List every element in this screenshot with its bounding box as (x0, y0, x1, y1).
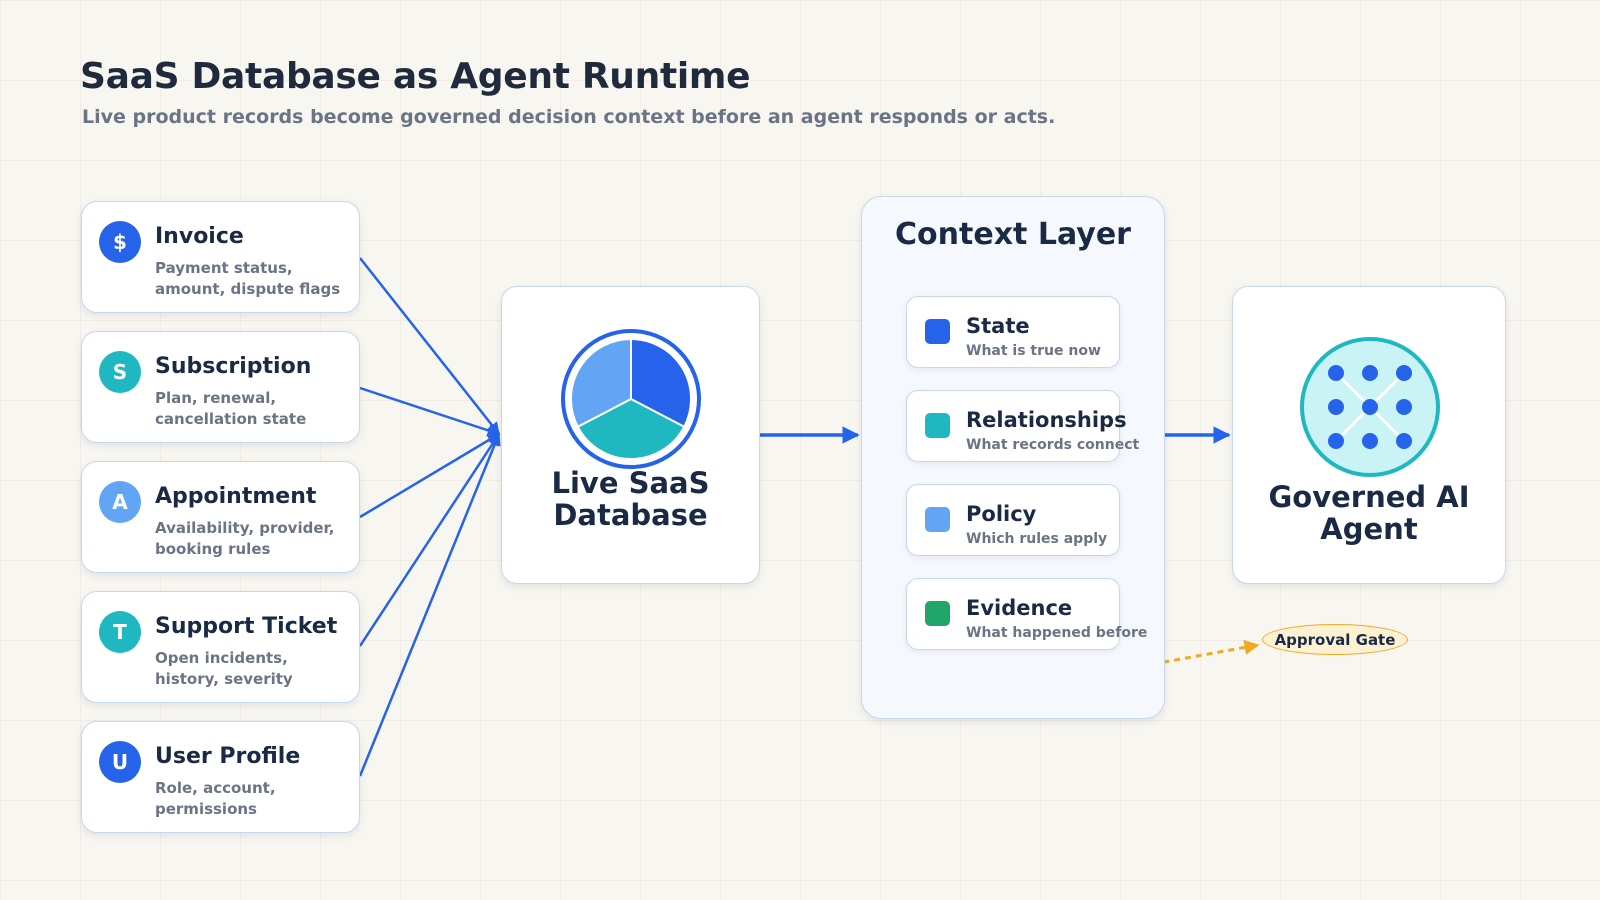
database-card: Live SaaS Database (501, 286, 760, 584)
source-title: Support Ticket (155, 614, 338, 639)
dollar-badge-icon: $ (99, 221, 141, 263)
database-title: Live SaaS Database (551, 466, 710, 532)
source-description: Role, account, permissions (155, 779, 276, 818)
source-title: Invoice (155, 224, 244, 249)
state-square-icon (925, 319, 950, 344)
source-card-user-profile: U User Profile Role, account, permission… (81, 721, 360, 833)
context-item-state: State What is true now (906, 296, 1120, 368)
connector-support-ticket-to-database (358, 432, 501, 647)
context-item-title: Relationships (966, 408, 1127, 432)
context-item-description: What records connect (966, 437, 1140, 453)
letter-s-badge-icon: S (99, 351, 141, 393)
context-item-title: State (966, 314, 1030, 338)
context-item-title: Evidence (966, 596, 1073, 620)
relationships-square-icon (925, 413, 950, 438)
source-card-invoice: $ Invoice Payment status, amount, disput… (81, 201, 360, 313)
source-title: User Profile (155, 744, 301, 769)
context-layer-panel: Context Layer State What is true now Rel… (861, 196, 1165, 719)
context-item-policy: Policy Which rules apply (906, 484, 1120, 556)
source-card-subscription: S Subscription Plan, renewal, cancellati… (81, 331, 360, 443)
context-item-relationships: Relationships What records connect (906, 390, 1139, 462)
letter-a-badge-icon: A (99, 481, 141, 523)
connector-invoice-to-database (359, 257, 500, 435)
source-card-appointment: A Appointment Availability, provider, bo… (81, 461, 360, 573)
source-description: Payment status, amount, dispute flags (155, 259, 341, 298)
connector-user-profile-to-database (358, 432, 501, 777)
pie-chart-icon (561, 329, 701, 469)
source-description: Plan, renewal, cancellation state (155, 389, 307, 428)
source-card-support-ticket: T Support Ticket Open incidents, history… (81, 591, 360, 703)
context-item-description: Which rules apply (966, 531, 1108, 547)
source-title: Subscription (155, 354, 312, 379)
letter-u-badge-icon: U (99, 741, 141, 783)
letter-t-badge-icon: T (99, 611, 141, 653)
source-description: Open incidents, history, severity (155, 649, 293, 688)
agent-title: Governed AI Agent (1268, 480, 1470, 546)
network-node-icon (1300, 337, 1440, 477)
context-item-description: What happened before (966, 625, 1148, 641)
policy-square-icon (925, 507, 950, 532)
connector-appointment-to-database (359, 432, 501, 519)
context-layer-title: Context Layer (895, 217, 1131, 252)
source-title: Appointment (155, 484, 317, 509)
context-item-evidence: Evidence What happened before (906, 578, 1147, 650)
evidence-square-icon (925, 601, 950, 626)
connector-subscription-to-database (359, 386, 501, 437)
context-item-title: Policy (966, 502, 1037, 526)
source-description: Availability, provider, booking rules (155, 519, 335, 558)
agent-card: Governed AI Agent (1232, 286, 1506, 584)
context-item-description: What is true now (966, 343, 1101, 359)
approval-gate-badge: Approval Gate (1262, 624, 1408, 655)
